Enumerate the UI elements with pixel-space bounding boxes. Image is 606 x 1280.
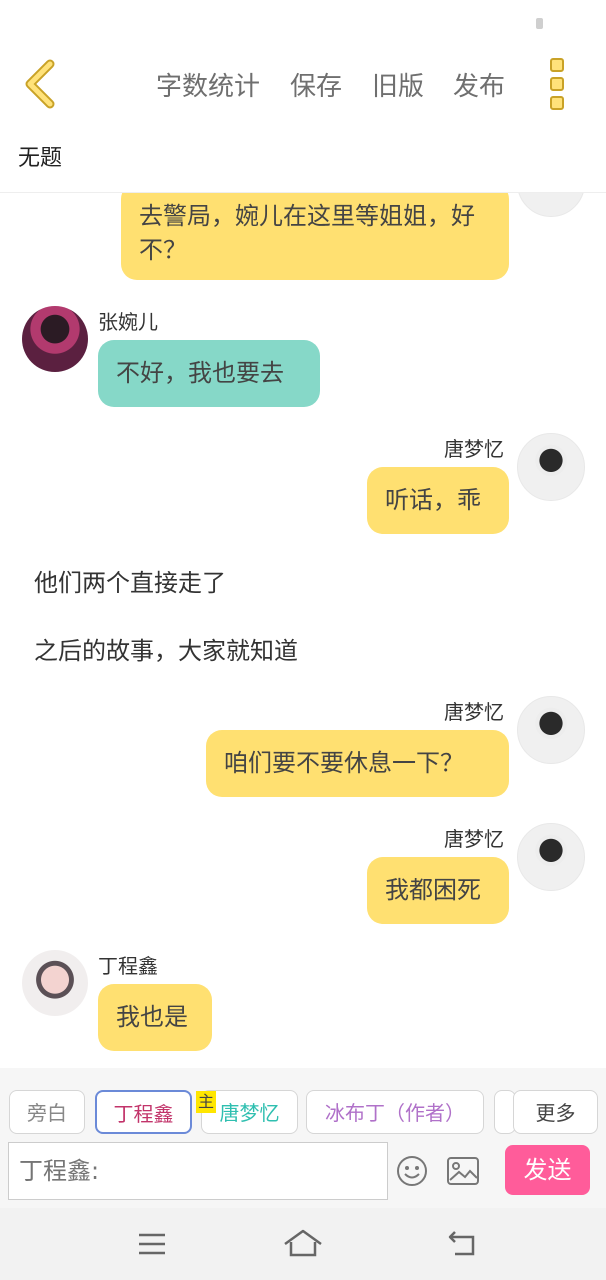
home-icon[interactable]	[283, 1228, 323, 1258]
avatar[interactable]	[517, 696, 585, 764]
role-chip-author[interactable]: 冰布丁（作者）	[306, 1090, 484, 1134]
main-role-badge: 主	[196, 1091, 216, 1113]
status-indicator	[536, 18, 543, 29]
avatar[interactable]	[517, 433, 585, 501]
send-button[interactable]: 发送	[505, 1145, 590, 1195]
old-version-button[interactable]: 旧版	[372, 66, 424, 103]
menu-icon[interactable]	[137, 1231, 167, 1257]
publish-button[interactable]: 发布	[453, 66, 505, 103]
avatar[interactable]	[517, 823, 585, 891]
more-roles-button[interactable]: 更多	[513, 1090, 598, 1134]
more-vertical-icon[interactable]	[546, 58, 570, 110]
message-bubble[interactable]: 我也是	[98, 984, 212, 1051]
message-bubble[interactable]: 我都困死	[367, 857, 509, 924]
avatar[interactable]	[22, 950, 88, 1016]
speaker-name: 唐梦忆	[444, 700, 504, 724]
document-title[interactable]: 无题	[18, 140, 62, 172]
back-chevron-icon[interactable]	[18, 58, 62, 110]
role-chip-ding-chengxin[interactable]: 丁程鑫	[95, 1090, 192, 1134]
emoji-icon[interactable]	[396, 1155, 428, 1187]
save-button[interactable]: 保存	[290, 66, 342, 103]
speaker-name: 唐梦忆	[444, 827, 504, 851]
speaker-name: 张婉儿	[98, 310, 158, 334]
role-chip-narrator[interactable]: 旁白	[9, 1090, 85, 1134]
message-input[interactable]	[8, 1142, 388, 1200]
narration-text[interactable]: 他们两个直接走了	[34, 563, 226, 598]
message-bubble[interactable]: 去警局，婉儿在这里等姐姐，好不？	[121, 193, 509, 280]
speaker-name: 丁程鑫	[98, 954, 158, 978]
avatar[interactable]	[22, 306, 88, 372]
return-icon[interactable]	[447, 1229, 479, 1257]
narration-text[interactable]: 之后的故事，大家就知道	[34, 631, 298, 666]
message-bubble[interactable]: 咱们要不要休息一下？	[206, 730, 509, 797]
word-count-button[interactable]: 字数统计	[156, 66, 260, 103]
avatar[interactable]	[517, 193, 585, 217]
image-icon[interactable]	[446, 1156, 480, 1186]
message-bubble[interactable]: 听话，乖	[367, 467, 509, 534]
speaker-name: 唐梦忆	[444, 437, 504, 461]
message-bubble[interactable]: 不好，我也要去	[98, 340, 320, 407]
chat-area[interactable]: 去警局，婉儿在这里等姐姐，好不？ 张婉儿 不好，我也要去 唐梦忆 听话，乖 他们…	[0, 193, 606, 1068]
